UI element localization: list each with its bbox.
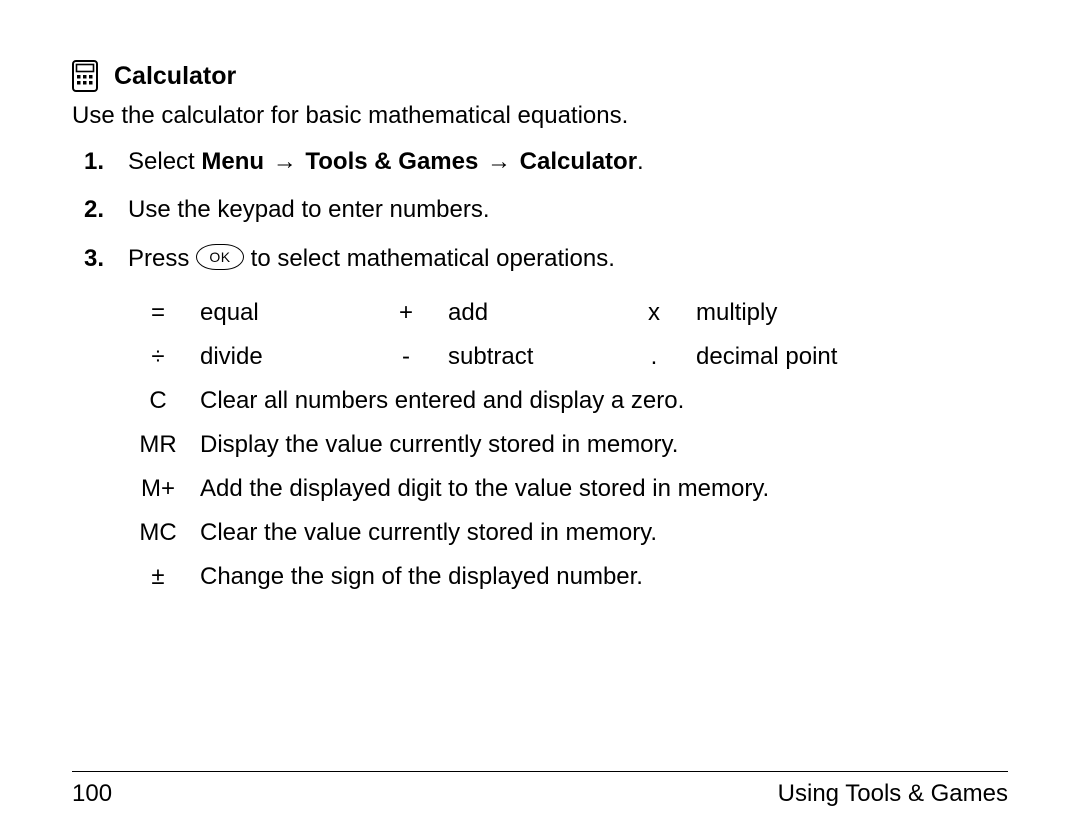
op-description: Add the displayed digit to the value sto…	[200, 467, 837, 511]
section-heading: Calculator	[114, 62, 236, 91]
step-1-pre: Select	[128, 148, 201, 175]
table-row: ÷ divide - subtract . decimal point	[128, 335, 837, 379]
op-symbol: M+	[128, 467, 200, 511]
op-description: Change the sign of the displayed number.	[200, 555, 837, 599]
step-3-post: to select mathematical operations.	[244, 245, 615, 272]
table-row: MR Display the value currently stored in…	[128, 423, 837, 467]
step-1: Select Menu → Tools & Games → Calculator…	[72, 146, 1008, 178]
op-symbol: x	[624, 291, 696, 335]
op-symbol: ÷	[128, 335, 200, 379]
arrow-icon: →	[271, 146, 299, 178]
table-row: ± Change the sign of the displayed numbe…	[128, 555, 837, 599]
op-description: Clear all numbers entered and display a …	[200, 379, 837, 423]
arrow-icon: →	[485, 146, 513, 178]
table-row: C Clear all numbers entered and display …	[128, 379, 837, 423]
section-heading-row: Calculator	[72, 60, 1008, 92]
op-symbol: =	[128, 291, 200, 335]
table-row: MC Clear the value currently stored in m…	[128, 511, 837, 555]
step-3-pre: Press	[128, 245, 196, 272]
step-1-post: .	[637, 148, 644, 175]
step-3: Press OK to select mathematical operatio…	[72, 243, 1008, 275]
op-description: Display the value currently stored in me…	[200, 423, 837, 467]
op-symbol: .	[624, 335, 696, 379]
op-symbol: -	[376, 335, 448, 379]
step-2: Use the keypad to enter numbers.	[72, 194, 1008, 226]
op-label: add	[448, 291, 624, 335]
op-label: subtract	[448, 335, 624, 379]
op-symbol: MC	[128, 511, 200, 555]
page-number: 100	[72, 780, 112, 808]
op-symbol: ±	[128, 555, 200, 599]
ok-key-icon: OK	[196, 244, 244, 270]
tools-games-label: Tools & Games	[305, 148, 478, 175]
table-row: = equal + add x multiply	[128, 291, 837, 335]
op-symbol: C	[128, 379, 200, 423]
calculator-label: Calculator	[520, 148, 637, 175]
steps-list: Select Menu → Tools & Games → Calculator…	[72, 146, 1008, 275]
table-row: M+ Add the displayed digit to the value …	[128, 467, 837, 511]
op-label: equal	[200, 291, 376, 335]
menu-label: Menu	[201, 148, 264, 175]
page-footer: 100 Using Tools & Games	[72, 780, 1008, 808]
footer-section: Using Tools & Games	[778, 780, 1008, 808]
operations-table: = equal + add x multiply ÷ divide - subt…	[128, 291, 837, 599]
op-label: divide	[200, 335, 376, 379]
op-description: Clear the value currently stored in memo…	[200, 511, 837, 555]
calculator-icon	[72, 60, 98, 92]
op-label: multiply	[696, 291, 837, 335]
op-label: decimal point	[696, 335, 837, 379]
footer-rule	[72, 771, 1008, 772]
op-symbol: +	[376, 291, 448, 335]
op-symbol: MR	[128, 423, 200, 467]
intro-text: Use the calculator for basic mathematica…	[72, 102, 1008, 130]
